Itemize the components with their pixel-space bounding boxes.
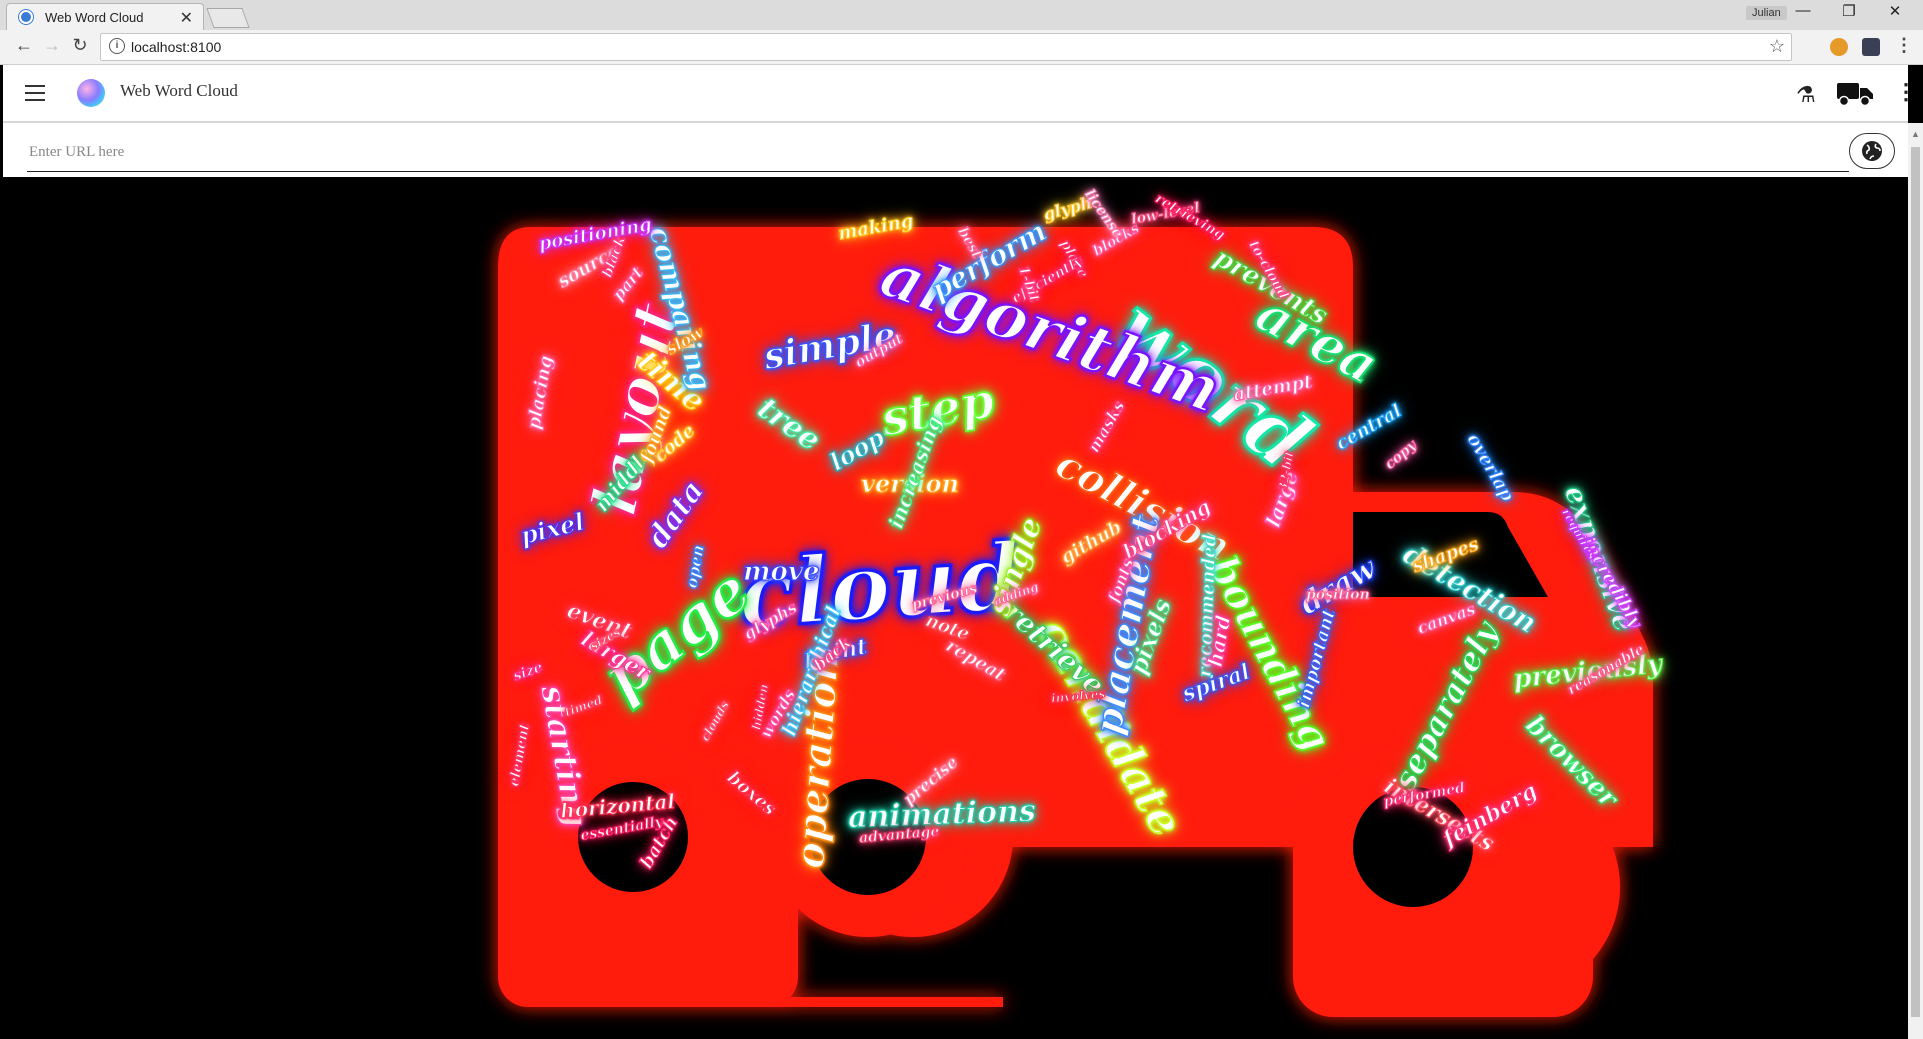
tab-favicon-icon	[19, 10, 33, 24]
browser-menu-icon[interactable]: ⋮	[1892, 35, 1916, 56]
flask-icon[interactable]: ⚗	[1796, 82, 1816, 108]
new-tab-button[interactable]	[206, 8, 250, 28]
minimize-icon[interactable]: —	[1780, 2, 1826, 19]
forward-icon[interactable]: →	[40, 35, 64, 56]
globe-icon	[1862, 141, 1882, 161]
logo-icon	[77, 79, 105, 107]
extension-icon[interactable]	[1862, 38, 1880, 56]
browser-toolbar: ← → ↻ i localhost:8100 ☆ ⋮	[0, 30, 1923, 65]
word-cloud-canvas: cloud word algorithm page layout area collisio…	[3, 177, 1908, 1039]
site-info-icon[interactable]: i	[109, 38, 125, 54]
bookmark-star-icon[interactable]: ☆	[1769, 36, 1785, 57]
truck-icon[interactable]	[1836, 81, 1874, 107]
url-input[interactable]	[27, 133, 1849, 172]
url-input-row	[3, 123, 1908, 177]
scroll-up-icon[interactable]: ▲	[1911, 129, 1920, 139]
tab-title: Web Word Cloud	[45, 10, 144, 25]
tab-close-icon[interactable]: ✕	[180, 8, 193, 28]
address-bar[interactable]: i localhost:8100 ☆	[100, 33, 1792, 61]
browser-tab-strip: Web Word Cloud ✕ Julian — ❐ ✕	[0, 0, 1923, 31]
extension-cookie-icon[interactable]	[1830, 38, 1848, 56]
app-header: Web Word Cloud ⚗ ⋮	[3, 65, 1917, 123]
globe-button[interactable]	[1849, 133, 1895, 169]
more-vert-icon[interactable]: ⋮	[1895, 79, 1917, 105]
menu-icon[interactable]	[25, 85, 45, 106]
address-url: localhost:8100	[131, 39, 222, 55]
page-scrollbar[interactable]: ▲	[1908, 123, 1923, 1039]
app-title: Web Word Cloud	[120, 81, 238, 100]
scrollbar-thumb[interactable]	[1911, 147, 1920, 1017]
cloud-word: position	[1306, 587, 1371, 604]
cloud-word: move	[743, 557, 821, 588]
browser-tab[interactable]: Web Word Cloud ✕	[6, 3, 204, 31]
back-icon[interactable]: ←	[12, 35, 36, 56]
reload-icon[interactable]: ↻	[68, 35, 92, 56]
restore-icon[interactable]: ❐	[1826, 2, 1872, 20]
window-close-icon[interactable]: ✕	[1872, 2, 1918, 20]
